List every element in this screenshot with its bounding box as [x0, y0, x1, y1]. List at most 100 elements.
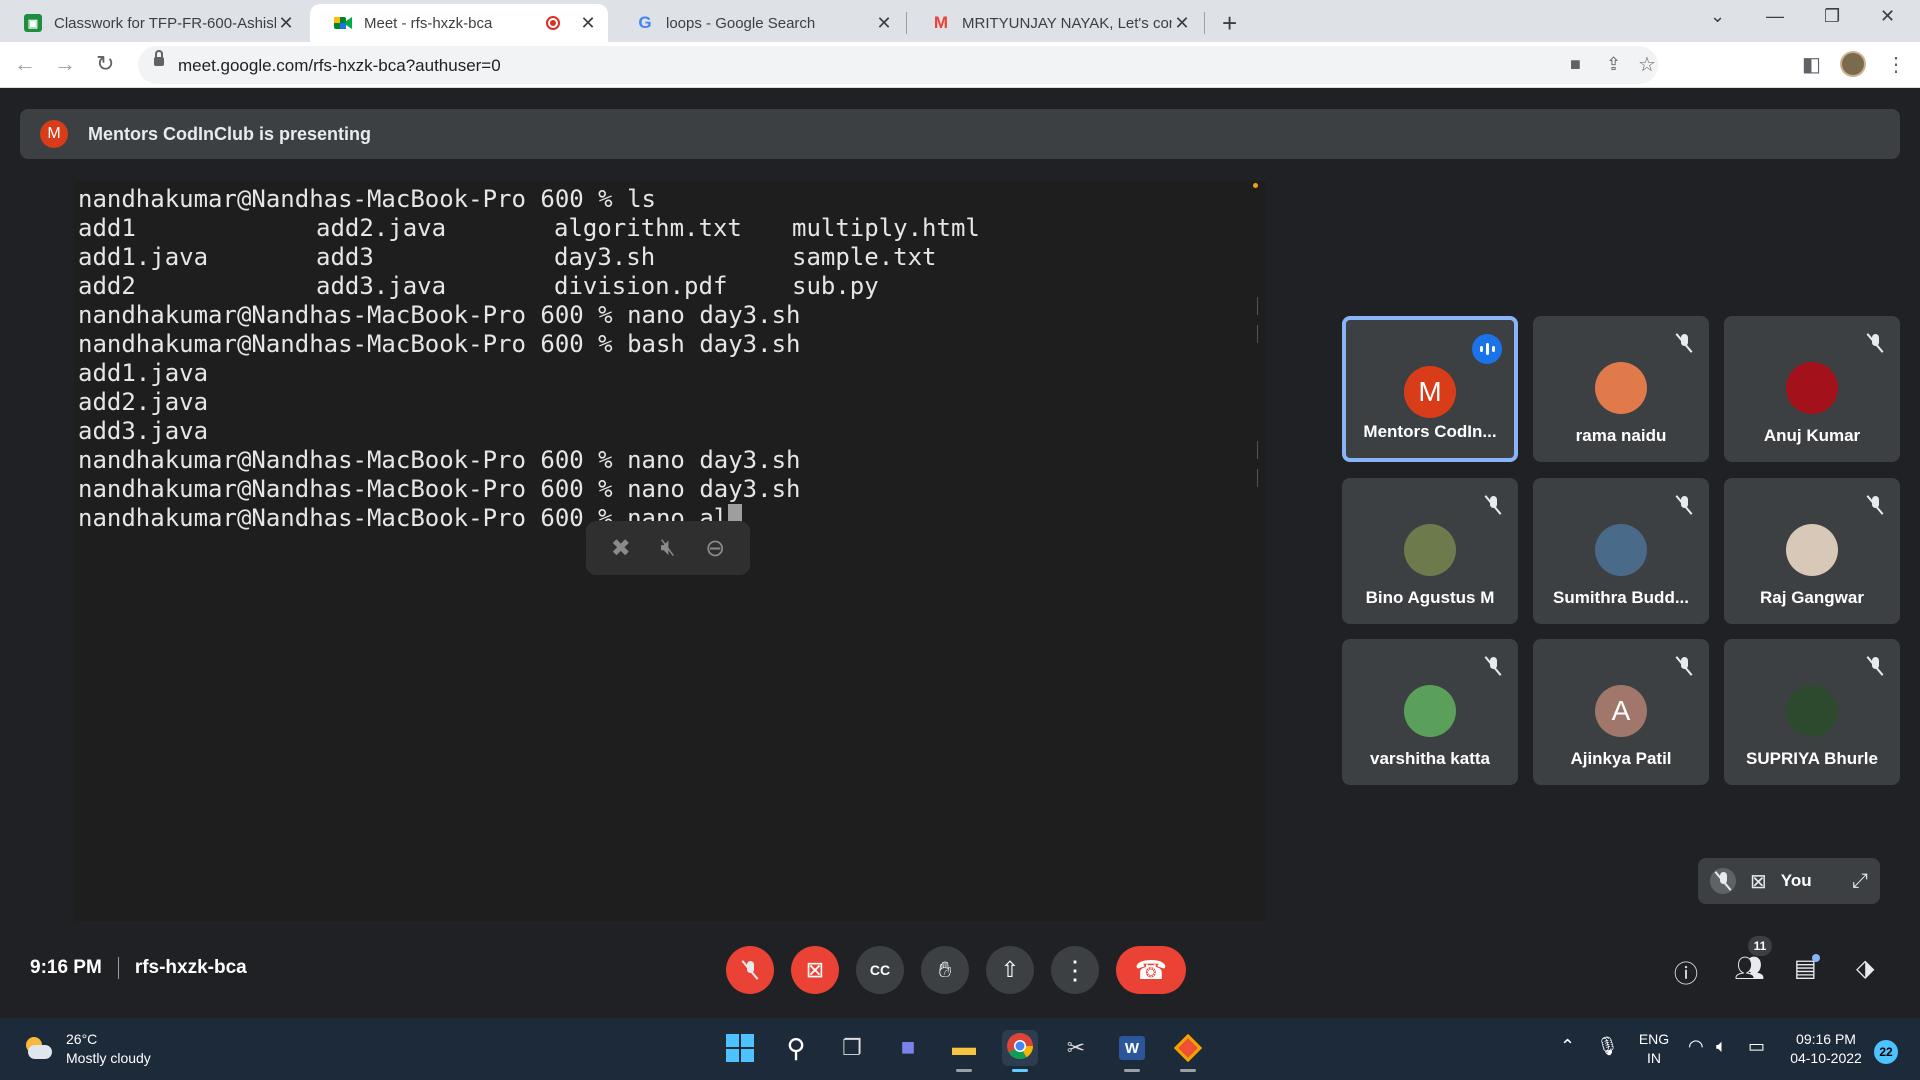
terminal-line: add1.java: [78, 359, 1030, 388]
tab-separator: [906, 12, 907, 34]
captions-button[interactable]: CC: [856, 946, 904, 994]
leave-call-button[interactable]: ☎︎: [1116, 946, 1186, 994]
file-listing-entry: add3.java: [316, 272, 447, 300]
tab-search-icon[interactable]: ⌄: [1710, 6, 1725, 27]
participant-avatar: [1404, 524, 1456, 576]
clock-date: 04-10-2022: [1790, 1050, 1862, 1066]
minimize-icon[interactable]: —: [1766, 6, 1784, 27]
participant-name: varshitha katta: [1370, 749, 1490, 768]
terminal-output: nandhakumar@Nandhas-MacBook-Pro 600 % ls…: [78, 185, 1030, 533]
weather-widget[interactable]: 26°C Mostly cloudy: [24, 1030, 151, 1068]
tab-google-search[interactable]: G loops - Google Search ✕: [612, 4, 904, 42]
language-indicator[interactable]: ENG IN: [1636, 1030, 1672, 1068]
battery-icon[interactable]: ▭: [1748, 1036, 1765, 1057]
lock-icon: [154, 50, 164, 66]
bookmark-star-icon[interactable]: ☆: [1638, 52, 1656, 77]
address-bar[interactable]: meet.google.com/rfs-hxzk-bca?authuser=0 …: [138, 46, 1658, 84]
folder-icon: ▬: [952, 1034, 976, 1061]
more-vert-icon: ⋮: [1062, 954, 1088, 985]
start-button[interactable]: [722, 1030, 758, 1066]
close-icon[interactable]: ✕: [578, 13, 598, 34]
participant-tile[interactable]: Raj Gangwar: [1724, 478, 1900, 624]
forward-arrow-icon[interactable]: →: [54, 51, 76, 77]
snipping-tool-button[interactable]: ✂: [1058, 1030, 1094, 1066]
participant-tile[interactable]: M Mentors CodIn...: [1342, 316, 1518, 462]
mic-off-icon: [1862, 653, 1888, 679]
participant-tile[interactable]: rama naidu: [1533, 316, 1709, 462]
close-icon[interactable]: ✕: [276, 13, 296, 34]
participant-tile[interactable]: A Ajinkya Patil: [1533, 639, 1709, 785]
tab-meet[interactable]: Meet - rfs-hxzk-bca ✕: [310, 4, 608, 42]
chrome-button[interactable]: [1002, 1030, 1038, 1072]
tab-gmail[interactable]: M MRITYUNJAY NAYAK, Let's congr ✕: [908, 4, 1202, 42]
mic-off-icon: [1862, 492, 1888, 518]
wifi-icon[interactable]: ◠: [1688, 1036, 1704, 1057]
new-tab-button[interactable]: +: [1222, 8, 1237, 39]
back-arrow-icon[interactable]: ←: [14, 51, 36, 77]
participant-tile[interactable]: Anuj Kumar: [1724, 316, 1900, 462]
volume-icon[interactable]: 🔈︎: [1716, 1036, 1727, 1057]
participant-tile[interactable]: Sumithra Budd...: [1533, 478, 1709, 624]
search-button[interactable]: ⚲: [778, 1030, 814, 1066]
file-explorer-button[interactable]: ▬: [946, 1030, 982, 1072]
more-menu-icon[interactable]: ⋮: [1886, 52, 1906, 77]
open-indicator: [1180, 1069, 1196, 1072]
info-icon[interactable]: ⓘ: [1674, 954, 1698, 989]
tab-classwork[interactable]: ▣ Classwork for TFP-FR-600-Ashish ✕: [0, 4, 306, 42]
divider: [117, 957, 119, 979]
notification-badge[interactable]: 22: [1874, 1040, 1898, 1064]
region-code: IN: [1647, 1050, 1661, 1066]
chat-bubble-icon: ■: [900, 1034, 916, 1061]
window-close-icon[interactable]: ✕: [1880, 6, 1895, 27]
mute-presentation-icon[interactable]: 🔇︎: [660, 534, 675, 562]
active-indicator: [1012, 1069, 1028, 1072]
teams-chat-button[interactable]: ■: [890, 1030, 926, 1066]
presenting-banner: M Mentors CodInClub is presenting: [20, 109, 1900, 159]
camera-toggle-button[interactable]: ⊠: [791, 946, 839, 994]
terminal-text: nandhakumar@Nandhas-MacBook-Pro 600 % na…: [78, 301, 801, 329]
present-screen-icon: ⇧: [1000, 957, 1020, 982]
microphone-icon[interactable]: 🎙︎: [1596, 1036, 1619, 1057]
file-listing-entry: add1.java: [78, 243, 209, 271]
people-icon[interactable]: 👥︎: [1734, 954, 1764, 983]
profile-avatar[interactable]: [1840, 51, 1866, 77]
expand-icon[interactable]: ⤢: [1852, 870, 1868, 893]
side-panel-icon[interactable]: ◧: [1802, 52, 1821, 77]
partly-cloudy-icon: [24, 1037, 52, 1061]
show-hidden-icons-icon[interactable]: ⌃: [1560, 1036, 1575, 1057]
terminal-text: nandhakumar@Nandhas-MacBook-Pro 600 % na…: [78, 475, 801, 503]
tab-title: Classwork for TFP-FR-600-Ashish: [54, 14, 276, 32]
task-view-button[interactable]: ❐: [834, 1030, 870, 1066]
terminal-text: nandhakumar@Nandhas-MacBook-Pro 600 % na…: [78, 446, 801, 474]
pin-off-icon[interactable]: ✖: [611, 534, 631, 563]
weather-temp: 26°C: [66, 1031, 98, 1047]
mic-toggle-button[interactable]: [726, 946, 774, 994]
share-icon[interactable]: ⇪: [1606, 54, 1621, 75]
reload-icon[interactable]: ↻: [96, 51, 114, 77]
camera-icon[interactable]: ■: [1570, 54, 1581, 75]
remove-icon[interactable]: ⊖: [705, 534, 725, 563]
url-text[interactable]: meet.google.com/rfs-hxzk-bca?authuser=0: [178, 56, 501, 76]
more-options-button[interactable]: ⋮: [1051, 946, 1099, 994]
raise-hand-button[interactable]: ✋︎: [921, 946, 969, 994]
restore-icon[interactable]: ❐: [1824, 6, 1840, 27]
close-icon[interactable]: ✕: [1172, 13, 1192, 34]
mic-off-icon: [1862, 330, 1888, 356]
participant-tile[interactable]: varshitha katta: [1342, 639, 1518, 785]
mic-off-icon: [744, 961, 756, 979]
participant-name: Raj Gangwar: [1760, 588, 1864, 607]
close-icon[interactable]: ✕: [874, 13, 894, 34]
present-button[interactable]: ⇧: [986, 946, 1034, 994]
self-view[interactable]: ⊠ You ⤢: [1698, 858, 1880, 904]
participant-avatar: [1595, 362, 1647, 414]
shared-screen-terminal: nandhakumar@Nandhas-MacBook-Pro 600 % ls…: [74, 181, 1266, 921]
word-button[interactable]: W: [1114, 1030, 1150, 1072]
participant-tile[interactable]: Bino Agustus M: [1342, 478, 1518, 624]
system-clock[interactable]: 09:16 PM 04-10-2022: [1784, 1030, 1868, 1068]
language-code: ENG: [1638, 1031, 1670, 1047]
git-app-button[interactable]: [1170, 1030, 1206, 1072]
meeting-info: 9:16 PM rfs-hxzk-bca: [30, 957, 247, 979]
activities-icon[interactable]: ⬗: [1856, 954, 1874, 983]
participant-tile[interactable]: SUPRIYA Bhurle: [1724, 639, 1900, 785]
terminal-marker: [1257, 325, 1258, 343]
